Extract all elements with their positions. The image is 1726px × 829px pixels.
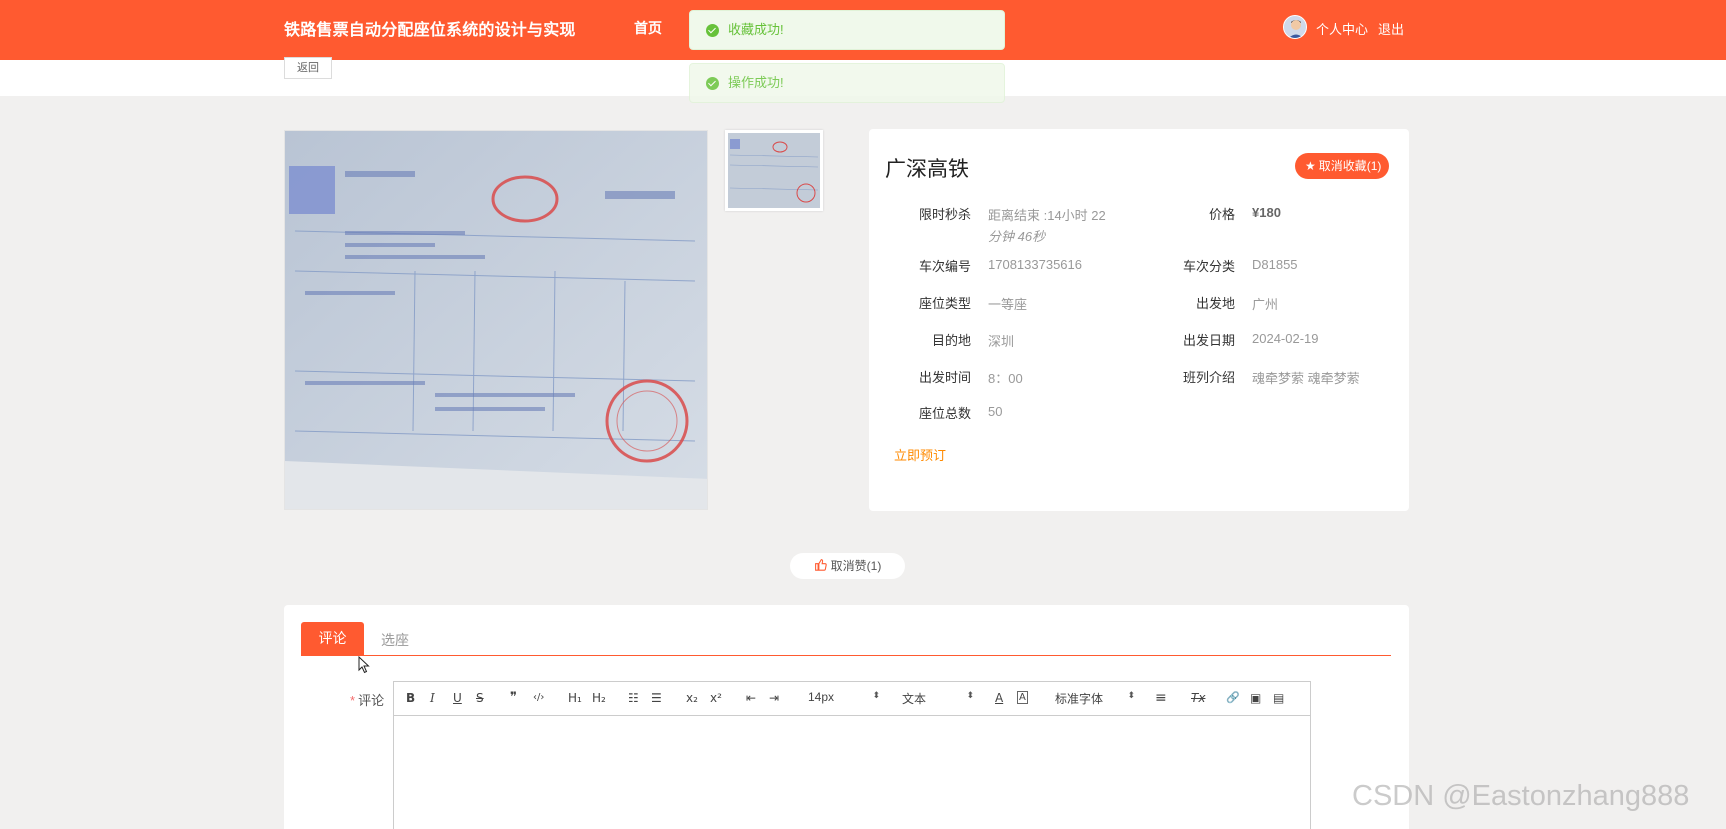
field-value: D81855 [1252, 257, 1298, 272]
field-label: 出发时间 [918, 370, 971, 385]
user-center-link[interactable]: 个人中心 [1316, 19, 1368, 38]
tab-divider [301, 655, 1391, 656]
comment-editor-area[interactable] [394, 716, 1310, 829]
success-toast: 收藏成功! [689, 10, 1005, 50]
required-mark: * [350, 693, 356, 708]
field-value: 广州 [1252, 297, 1279, 312]
text-format-select[interactable]: 文本 ⬍ [902, 690, 974, 707]
field-label: 出发日期 [1182, 333, 1235, 348]
strikethrough-button[interactable]: S [476, 691, 484, 705]
field-label: 座位总数 [918, 406, 971, 421]
check-circle-icon [706, 77, 719, 90]
heading1-button[interactable]: H₁ [568, 691, 582, 705]
field-label: 限时秒杀 [918, 207, 971, 222]
toast-message: 操作成功! [728, 75, 784, 90]
clear-format-button[interactable]: Tx [1191, 691, 1205, 705]
comment-field-label: * 评论 [350, 693, 385, 708]
superscript-button[interactable]: x² [710, 691, 722, 705]
field-value: 深圳 [988, 334, 1015, 349]
check-circle-icon [706, 24, 719, 37]
field-value: 8：00 [988, 371, 1023, 386]
code-block-button[interactable]: ‹/› [533, 691, 544, 705]
italic-button[interactable]: I [430, 691, 435, 705]
editor-toolbar: B I U S ❞ ‹/› H₁ H₂ ☷ ☰ x₂ x² ⇤ ⇥ 14px ⬍… [394, 682, 1310, 716]
font-family-select[interactable]: 标准字体 ⬍ [1055, 690, 1135, 707]
mouse-cursor-icon [358, 655, 370, 679]
success-toast: 操作成功! [689, 63, 1005, 103]
countdown-value-line2: 分钟 46秒 [988, 229, 1046, 244]
field-label: 价格 [1208, 207, 1235, 222]
unfavorite-button[interactable]: ★ 取消收藏(1) [1295, 153, 1390, 179]
field-value: 2024-02-19 [1252, 331, 1319, 346]
unlike-button[interactable]: 取消赞(1) [790, 553, 905, 579]
select-caret-icon: ⬍ [966, 690, 974, 700]
indent-button[interactable]: ⇥ [769, 691, 779, 705]
logout-link[interactable]: 退出 [1378, 19, 1404, 38]
heading2-button[interactable]: H₂ [592, 691, 606, 705]
price-value: ¥180 [1252, 205, 1281, 220]
site-title: 铁路售票自动分配座位系统的设计与实现 [284, 22, 576, 39]
field-label: 班列介绍 [1182, 370, 1235, 385]
field-label: 出发地 [1195, 296, 1235, 311]
video-icon[interactable]: ▤ [1273, 691, 1284, 705]
field-value: 1708133735616 [988, 257, 1082, 272]
field-value: 50 [988, 404, 1003, 419]
subscript-button[interactable]: x₂ [686, 691, 698, 705]
tab-comment[interactable]: 评论 [301, 622, 364, 655]
field-value: 一等座 [988, 297, 1028, 312]
avatar[interactable] [1283, 15, 1307, 39]
blockquote-button[interactable]: ❞ [510, 691, 517, 705]
font-size-select[interactable]: 14px ⬍ [808, 690, 880, 704]
ordered-list-button[interactable]: ☷ [628, 691, 639, 705]
select-caret-icon: ⬍ [872, 690, 880, 700]
align-button[interactable]: ≡ [1155, 691, 1167, 705]
product-thumbnail[interactable] [725, 130, 823, 211]
star-icon: ★ [1305, 159, 1316, 173]
underline-button[interactable]: U [453, 691, 462, 705]
link-icon[interactable]: 🔗 [1226, 691, 1240, 705]
image-icon[interactable]: ▣ [1250, 691, 1261, 705]
background-color-button[interactable]: A [1017, 691, 1028, 704]
nav-home-link[interactable]: 首页 [634, 18, 662, 38]
book-now-link[interactable]: 立即预订 [894, 445, 946, 464]
font-color-button[interactable]: A [995, 691, 1003, 705]
rich-text-editor: B I U S ❞ ‹/› H₁ H₂ ☷ ☰ x₂ x² ⇤ ⇥ 14px ⬍… [393, 681, 1311, 829]
back-button[interactable]: 返回 [284, 57, 332, 79]
tab-seat-select[interactable]: 选座 [381, 630, 409, 650]
thumbs-up-icon [814, 554, 827, 580]
outdent-button[interactable]: ⇤ [746, 691, 756, 705]
bold-button[interactable]: B [406, 691, 415, 705]
field-label: 车次编号 [918, 259, 971, 274]
watermark: CSDN @Eastonzhang888 [1352, 780, 1690, 812]
toast-message: 收藏成功! [728, 22, 784, 37]
product-main-image [284, 130, 708, 510]
field-value: 魂牵梦萦 魂牵梦萦 [1252, 371, 1360, 386]
select-caret-icon: ⬍ [1127, 690, 1135, 700]
field-label: 座位类型 [918, 296, 971, 311]
product-info-card [869, 129, 1409, 511]
product-title: 广深高铁 [885, 158, 969, 181]
bullet-list-button[interactable]: ☰ [651, 691, 662, 705]
field-label: 车次分类 [1182, 259, 1235, 274]
countdown-value: 距离结束 :14小时 22 [988, 208, 1106, 223]
field-label: 目的地 [931, 333, 971, 348]
